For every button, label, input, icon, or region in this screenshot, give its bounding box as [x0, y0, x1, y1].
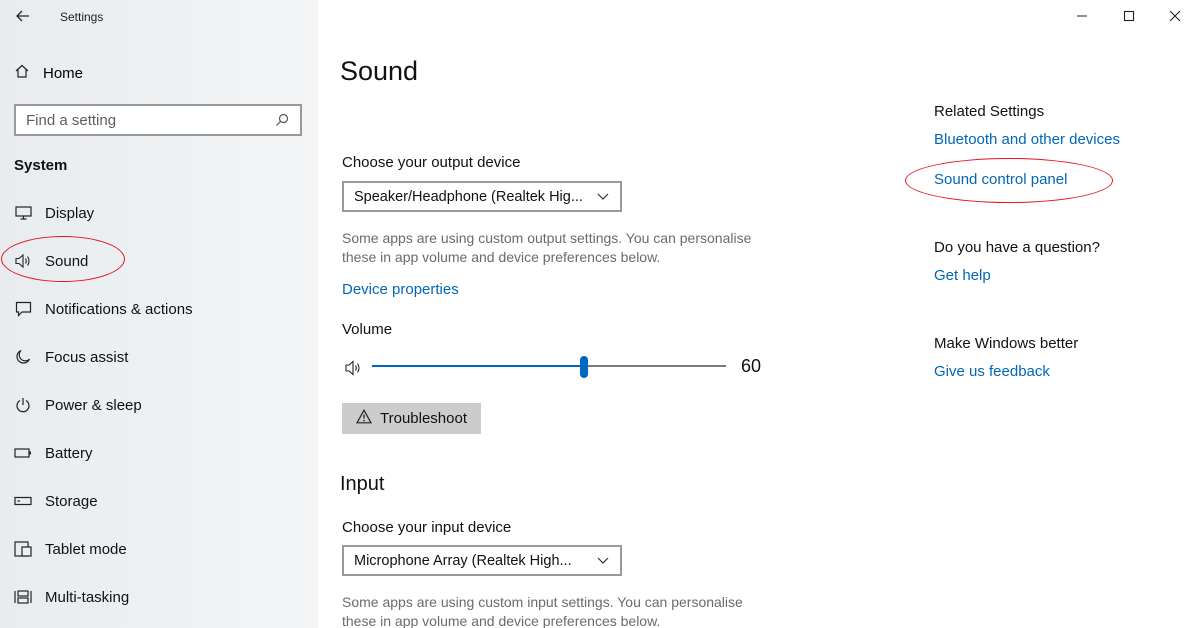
help-line: Some apps are using custom output settin…: [342, 230, 752, 246]
volume-label: Volume: [342, 321, 393, 338]
maximize-icon[interactable]: [1117, 4, 1141, 28]
help-line: these in app volume and device preferenc…: [342, 613, 661, 628]
moon-icon: [14, 348, 32, 366]
sidebar-item-label: Display: [45, 204, 95, 222]
display-icon: [14, 204, 32, 222]
speaker-icon: [14, 252, 32, 270]
input-device-label: Choose your input device: [342, 519, 512, 536]
speaker-icon: [344, 359, 364, 377]
sidebar-item-battery[interactable]: Battery: [14, 441, 93, 465]
device-properties-link[interactable]: Device properties: [342, 281, 459, 298]
sidebar-item-power-sleep[interactable]: Power & sleep: [14, 393, 142, 417]
search-field[interactable]: [14, 104, 302, 136]
sidebar-item-storage[interactable]: Storage: [14, 489, 98, 513]
sidebar-item-home[interactable]: Home: [14, 62, 83, 84]
input-help-text: Some apps are using custom input setting…: [342, 593, 792, 628]
make-windows-better-heading: Make Windows better: [934, 335, 1079, 352]
sidebar-item-label: Notifications & actions: [45, 300, 193, 318]
troubleshoot-button[interactable]: Troubleshoot: [342, 403, 481, 434]
question-heading: Do you have a question?: [934, 239, 1100, 256]
sidebar-item-label: Home: [43, 64, 84, 82]
sidebar-item-label: Battery: [45, 444, 93, 462]
sidebar-item-label: Storage: [45, 492, 98, 510]
output-device-label: Choose your output device: [342, 154, 521, 171]
sidebar-item-multitasking[interactable]: Multi-tasking: [14, 585, 129, 609]
sidebar-item-label: Power & sleep: [45, 396, 142, 414]
sidebar-item-label: Sound: [45, 252, 89, 270]
minimize-icon[interactable]: [1070, 4, 1094, 28]
bluetooth-devices-link[interactable]: Bluetooth and other devices: [934, 131, 1120, 148]
window-title: Settings: [60, 10, 104, 24]
input-device-value: Microphone Array (Realtek High...: [354, 552, 572, 569]
sidebar-item-label: Tablet mode: [45, 540, 127, 558]
help-line: Some apps are using custom input setting…: [342, 594, 743, 610]
search-icon[interactable]: [274, 112, 290, 128]
tablet-icon: [14, 540, 32, 558]
related-settings-heading: Related Settings: [934, 103, 1045, 120]
chevron-down-icon: [596, 192, 610, 202]
volume-slider[interactable]: [372, 356, 726, 378]
multitasking-icon: [14, 588, 32, 606]
sidebar-item-label: Focus assist: [45, 348, 129, 366]
slider-thumb[interactable]: [580, 356, 588, 378]
volume-value: 60: [741, 356, 762, 376]
sidebar-item-sound[interactable]: Sound: [14, 249, 88, 273]
sidebar-item-display[interactable]: Display: [14, 201, 94, 225]
get-help-link[interactable]: Get help: [934, 267, 991, 284]
sidebar-item-focus-assist[interactable]: Focus assist: [14, 345, 128, 369]
home-icon: [14, 63, 30, 83]
battery-icon: [14, 444, 32, 462]
output-device-value: Speaker/Headphone (Realtek Hig...: [354, 188, 583, 205]
chevron-down-icon: [596, 556, 610, 566]
close-icon[interactable]: [1163, 4, 1187, 28]
output-device-dropdown[interactable]: Speaker/Headphone (Realtek Hig...: [342, 181, 622, 212]
sidebar-item-notifications[interactable]: Notifications & actions: [14, 297, 193, 321]
sidebar-item-label: Multi-tasking: [45, 588, 130, 606]
input-section-title: Input: [340, 473, 385, 495]
input-device-dropdown[interactable]: Microphone Array (Realtek High...: [342, 545, 622, 576]
search-input[interactable]: [26, 111, 274, 129]
slider-fill: [372, 365, 584, 367]
output-help-text: Some apps are using custom output settin…: [342, 229, 792, 267]
troubleshoot-label: Troubleshoot: [380, 410, 467, 427]
power-icon: [14, 396, 32, 414]
give-feedback-link[interactable]: Give us feedback: [934, 363, 1050, 380]
notifications-icon: [14, 300, 32, 318]
page-title: Sound: [340, 56, 419, 86]
sidebar: Settings Home System Display Sound Notif…: [0, 0, 318, 628]
storage-icon: [14, 492, 32, 510]
sidebar-item-tablet-mode[interactable]: Tablet mode: [14, 537, 127, 561]
help-line: these in app volume and device preferenc…: [342, 249, 661, 265]
section-label-system: System: [14, 157, 68, 174]
sound-control-panel-link[interactable]: Sound control panel: [934, 171, 1067, 188]
warning-icon: [355, 408, 373, 428]
back-arrow-icon[interactable]: [10, 5, 36, 27]
